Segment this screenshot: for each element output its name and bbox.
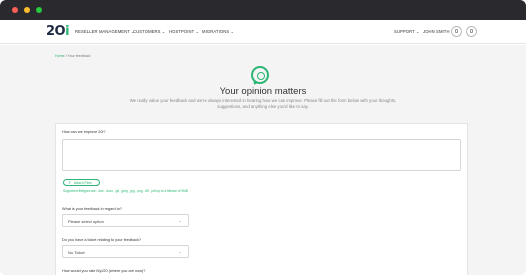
- cart-icon[interactable]: [466, 26, 477, 37]
- nav-support[interactable]: SUPPORT ⌄: [394, 29, 420, 34]
- file-types-hint: Supported filetypes are: .doc, .docx, .g…: [63, 189, 188, 193]
- page-subtitle: We really value your feedback and we're …: [129, 98, 397, 109]
- feedback-type-value: Please select option: [68, 219, 104, 224]
- chevron-down-icon: ⌄: [178, 249, 182, 254]
- attach-files-button[interactable]: ⇪ Attach Files: [63, 179, 100, 186]
- upload-icon: ⇪: [68, 180, 72, 185]
- feedback-page: Home / Your feedback Your opinion matter…: [0, 45, 526, 275]
- page-title: Your opinion matters: [219, 86, 307, 97]
- breadcrumb: Home / Your feedback: [55, 54, 90, 58]
- improve-label: How can we improve 20i?: [62, 130, 106, 134]
- user-icon[interactable]: [451, 26, 462, 37]
- attach-files-label: Attach Files: [74, 181, 92, 186]
- nav-migrations[interactable]: MIGRATIONS ⌄: [202, 29, 234, 34]
- nav-user-name[interactable]: JOHN SMITH: [423, 29, 450, 34]
- ticket-value: No Ticket: [68, 250, 85, 255]
- feedback-form: How can we improve 20i? ⇪ Attach Files S…: [55, 123, 468, 275]
- window-titlebar: [0, 0, 526, 20]
- minimize-window-dot[interactable]: [24, 7, 30, 13]
- brand-logo[interactable]: 2Oi: [46, 24, 70, 39]
- ticket-label: Do you have a ticket relating to your fe…: [62, 238, 142, 242]
- breadcrumb-home[interactable]: Home: [55, 54, 65, 58]
- ticket-select[interactable]: No Ticket ⌄: [62, 245, 189, 258]
- breadcrumb-current: Your feedback: [67, 54, 91, 58]
- feedback-type-select[interactable]: Please select option ⌄: [62, 214, 189, 227]
- nav-customers[interactable]: CUSTOMERS ⌄: [133, 29, 165, 34]
- close-window-dot[interactable]: [12, 7, 18, 13]
- rate-label: How would you rate MyJ20 (where you are …: [62, 269, 146, 273]
- browser-window: 2Oi RESELLER MANAGEMENT ⌄ CUSTOMERS ⌄ HO…: [0, 0, 526, 275]
- feedback-textarea[interactable]: [62, 139, 461, 171]
- maximize-window-dot[interactable]: [36, 7, 42, 13]
- chevron-down-icon: ⌄: [178, 218, 182, 223]
- top-navigation: 2Oi RESELLER MANAGEMENT ⌄ CUSTOMERS ⌄ HO…: [0, 20, 526, 44]
- breadcrumb-separator: /: [65, 54, 67, 58]
- nav-reseller-management[interactable]: RESELLER MANAGEMENT ⌄: [75, 29, 135, 34]
- nav-hostpoint[interactable]: HOSTPOINT ⌄: [169, 29, 199, 34]
- feedback-type-label: What is your feedback in regard to?: [62, 207, 122, 211]
